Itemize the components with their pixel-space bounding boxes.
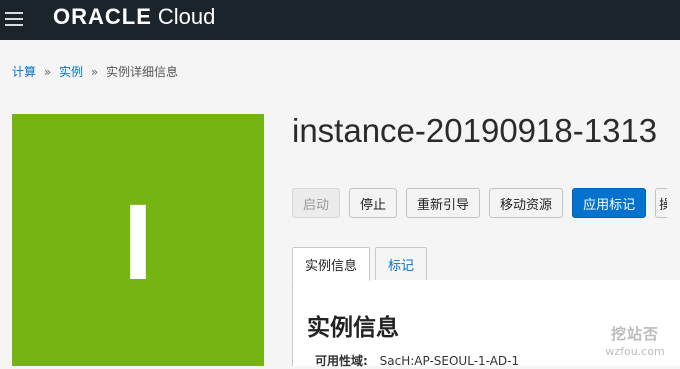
breadcrumb-compute-link[interactable]: 计算 — [12, 65, 36, 79]
hamburger-menu-icon[interactable] — [2, 9, 24, 29]
instance-avatar-letter: I — [122, 181, 153, 302]
instance-action-bar: 启动 停止 重新引导 移动资源 应用标记 操 — [292, 188, 676, 218]
tab-instance-info[interactable]: 实例信息 — [292, 247, 371, 281]
breadcrumb: 计算 » 实例 » 实例详细信息 — [12, 63, 178, 80]
logo-oracle-text: ORACLE — [53, 4, 152, 29]
start-button[interactable]: 启动 — [292, 188, 341, 218]
tab-tags[interactable]: 标记 — [375, 247, 428, 281]
watermark-name: 挖站否 — [610, 325, 659, 343]
oracle-cloud-logo[interactable]: ORACLE Cloud — [53, 2, 215, 32]
watermark-url: wzfou.com — [605, 345, 665, 358]
instance-title: instance-20190918-1313 — [292, 112, 658, 149]
site-watermark: 挖站否 wzfou.com — [600, 323, 670, 358]
logo-cloud-text: Cloud — [157, 4, 216, 29]
breadcrumb-separator: » — [90, 65, 99, 79]
reboot-button[interactable]: 重新引导 — [406, 188, 481, 218]
availability-domain-row: 可用性域: SacH:AP-SEOUL-1-AD-1 — [315, 352, 519, 369]
move-resource-button[interactable]: 移动资源 — [489, 188, 564, 218]
apply-tags-button[interactable]: 应用标记 — [572, 188, 647, 218]
instance-avatar-tile: I — [12, 114, 264, 366]
top-navigation-bar: ORACLE Cloud — [0, 0, 680, 40]
more-actions-button[interactable]: 操 — [655, 188, 668, 218]
breadcrumb-current: 实例详细信息 — [106, 65, 179, 79]
breadcrumb-separator: » — [43, 65, 52, 79]
panel-title: 实例信息 — [307, 315, 399, 341]
breadcrumb-instances-link[interactable]: 实例 — [59, 65, 83, 79]
stop-button[interactable]: 停止 — [349, 188, 398, 218]
